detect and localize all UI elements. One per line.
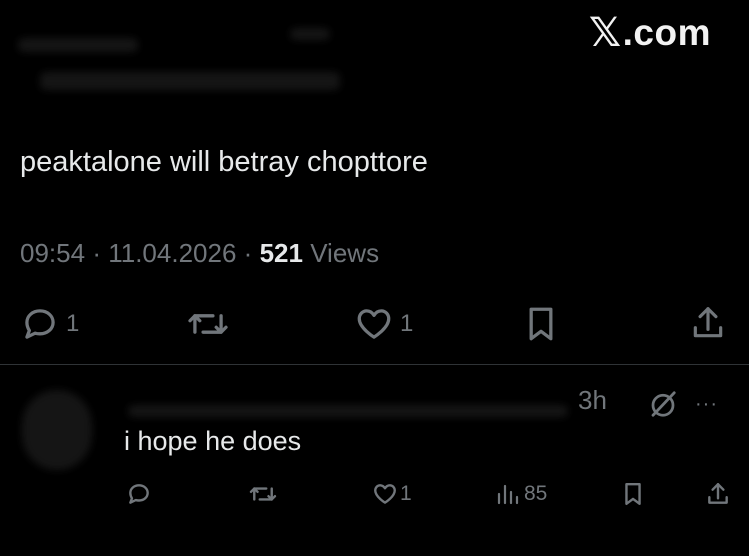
reply-action-bar: 1 85 [0, 478, 749, 512]
redacted-reply-avatar [22, 390, 92, 470]
redacted-author-extra [290, 28, 330, 40]
reply-bubble-icon [129, 484, 149, 504]
views-bar-chart-icon [497, 484, 519, 505]
meta-separator: · [92, 238, 101, 268]
grok-icon [651, 391, 676, 417]
tweet-time: 09:54 [20, 238, 86, 268]
reply-like-button[interactable]: 1 [372, 482, 412, 506]
share-icon [693, 307, 723, 338]
tweet-views-label: Views [310, 238, 380, 268]
heart-icon [357, 309, 391, 339]
retweet-button[interactable] [186, 306, 236, 342]
reply-button[interactable]: 1 [20, 306, 79, 342]
like-count: 1 [400, 310, 414, 337]
reply-like-count: 1 [400, 482, 412, 505]
reply-views-count: 85 [524, 482, 548, 505]
reply-reply-button[interactable] [126, 482, 158, 506]
tweet-date: 11.04.2026 [108, 238, 237, 268]
redacted-reply-author [128, 405, 568, 417]
reply-timestamp: 3h [578, 385, 607, 415]
reply-bookmark-button[interactable] [622, 482, 644, 506]
retweet-icon [249, 487, 277, 501]
heart-icon [374, 484, 396, 504]
more-options-button[interactable]: ··· [695, 394, 718, 414]
share-icon [708, 483, 728, 504]
bookmark-icon [529, 307, 553, 341]
redacted-author-name [18, 38, 138, 52]
meta-separator: · [243, 238, 253, 268]
share-button[interactable] [690, 304, 726, 342]
reply-views-button[interactable]: 85 [496, 482, 547, 506]
like-button[interactable]: 1 [354, 306, 413, 342]
grok-button[interactable] [648, 389, 678, 424]
reply-bubble-icon [25, 309, 55, 339]
reply-text: i hope he does [124, 426, 302, 456]
retweet-icon [188, 314, 228, 334]
tweet-action-bar: 1 1 [0, 302, 749, 346]
x-logo-icon: 𝕏 [588, 11, 622, 55]
tweet-divider [0, 364, 749, 365]
bookmark-icon [625, 482, 641, 506]
reply-retweet-button[interactable] [248, 482, 284, 506]
bookmark-button[interactable] [524, 306, 558, 342]
reply-share-button[interactable] [706, 481, 730, 507]
tweet-views-count: 521 [259, 238, 303, 268]
tweet-text: peaktalone will betray chopttore [20, 146, 428, 178]
more-dots-icon: ··· [695, 393, 718, 415]
tweet-meta: 09:54 · 11.04.2026 · 521 Views [20, 238, 379, 269]
reply-count: 1 [66, 310, 80, 337]
x-watermark: 𝕏 .com [589, 10, 711, 56]
redacted-author-handle [40, 72, 340, 90]
watermark-text: .com [622, 12, 711, 53]
